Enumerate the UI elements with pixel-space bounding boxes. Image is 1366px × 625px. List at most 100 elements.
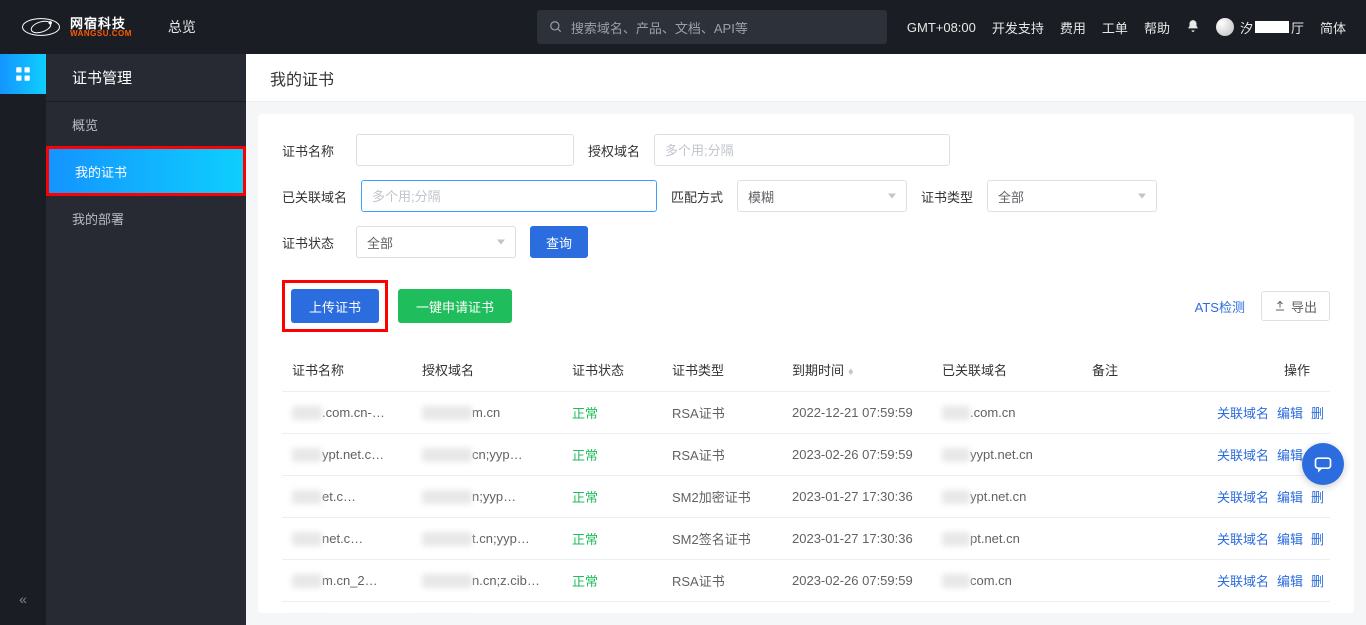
cert-status-select[interactable]: 全部 [356,226,516,258]
cell-remark [1082,434,1182,476]
apply-cert-button[interactable]: 一键申请证书 [398,289,512,323]
cell-expire: 2023-01-27 17:30:36 [782,518,932,560]
edit-action[interactable]: 编辑 [1277,490,1303,505]
col-ops: 操作 [1182,348,1330,392]
main: 我的证书 证书名称 授权域名 已关联域名 匹配方式 模糊 证书类型 全部 证书状… [246,54,1366,625]
cell-remark [1082,518,1182,560]
table-header-row: 证书名称 授权域名 证书状态 证书类型 到期时间♦ 已关联域名 备注 操作 [282,348,1330,392]
cert-type-label: 证书类型 [921,187,973,206]
upload-cert-button[interactable]: 上传证书 [291,289,379,323]
edit-action[interactable]: 编辑 [1277,448,1303,463]
col-expire[interactable]: 到期时间♦ [782,348,932,392]
cell-expire: 2023-02-26 07:59:59 [782,560,932,602]
cell-status: 正常 [562,560,662,602]
link-domain-action[interactable]: 关联域名 [1217,532,1269,547]
link-domain-action[interactable]: 关联域名 [1217,490,1269,505]
cell-linked: com.cn [932,560,1082,602]
cell-remark [1082,602,1182,614]
cell-expire: 2022-12-21 07:59:59 [782,392,932,434]
col-remark: 备注 [1082,348,1182,392]
cell-ops: 关联域名编辑删 [1182,392,1330,434]
cell-domain: t.cn;yyp… [412,518,562,560]
export-icon [1274,300,1286,312]
cell-expire: 2023-02-26 07:59:59 [782,434,932,476]
cell-expire: 2023-01-27 17:30:36 [782,476,932,518]
export-button[interactable]: 导出 [1261,291,1330,321]
auth-domain-input[interactable] [654,134,950,166]
delete-action[interactable]: 删 [1311,490,1324,505]
linked-domain-label: 已关联域名 [282,187,347,206]
cell-remark [1082,560,1182,602]
ats-check-link[interactable]: ATS检测 [1195,297,1245,316]
edit-action[interactable]: 编辑 [1277,406,1303,421]
cell-linked: ypt.net.cn [932,476,1082,518]
delete-action[interactable]: 删 [1311,532,1324,547]
delete-action[interactable]: 删 [1311,406,1324,421]
help-link[interactable]: 帮助 [1144,18,1170,37]
sidebar: 证书管理 概览 我的证书 我的部署 [46,54,246,625]
cell-name: ypt.net.c… [282,434,412,476]
cert-name-label: 证书名称 [282,141,342,160]
page-title: 我的证书 [246,54,1366,102]
filter-row-3: 证书状态 全部 查询 [282,226,1330,258]
cell-name: et.c… [282,476,412,518]
table-row: .com.cn-…m.cn正常RSA证书2022-12-21 07:59:59.… [282,392,1330,434]
cell-status: 正常 [562,434,662,476]
delete-action[interactable]: 删 [1311,574,1324,589]
timezone[interactable]: GMT+08:00 [907,20,976,35]
link-domain-action[interactable]: 关联域名 [1217,574,1269,589]
sidebar-item-overview[interactable]: 概览 [46,102,246,146]
username: 汐厅 [1240,18,1304,37]
cert-type-select[interactable]: 全部 [987,180,1157,212]
cell-linked: pt.net.cn [932,518,1082,560]
top-links: GMT+08:00 开发支持 费用 工单 帮助 汐厅 简体 [907,18,1346,37]
user-menu[interactable]: 汐厅 [1216,18,1304,37]
notifications-icon[interactable] [1186,19,1200,36]
tickets-link[interactable]: 工单 [1102,18,1128,37]
chat-fab[interactable] [1302,443,1344,485]
cell-status: 正常 [562,602,662,614]
sidebar-item-mycerts[interactable]: 我的证书 [49,149,243,193]
collapse-rail-icon[interactable]: « [19,591,27,607]
cell-ops: 关联域名编辑删 [1182,560,1330,602]
cell-domain: cn;yyp… [412,434,562,476]
cell-domain: m.cn [412,392,562,434]
cert-table: 证书名称 授权域名 证书状态 证书类型 到期时间♦ 已关联域名 备注 操作 .c… [282,348,1330,613]
cert-status-label: 证书状态 [282,233,342,252]
cell-name: net.c… [282,518,412,560]
logo-icon [20,16,62,38]
overview-link[interactable]: 总览 [168,17,196,37]
link-domain-action[interactable]: 关联域名 [1217,406,1269,421]
sidebar-item-deployments[interactable]: 我的部署 [46,196,246,240]
cell-domain: n;yyp… [412,476,562,518]
match-mode-select[interactable]: 模糊 [737,180,907,212]
edit-action[interactable]: 编辑 [1277,532,1303,547]
cell-remark [1082,476,1182,518]
edit-action[interactable]: 编辑 [1277,574,1303,589]
cell-status: 正常 [562,392,662,434]
link-domain-action[interactable]: 关联域名 [1217,448,1269,463]
dev-support-link[interactable]: 开发支持 [992,18,1044,37]
cell-linked [932,602,1082,614]
fees-link[interactable]: 费用 [1060,18,1086,37]
global-search[interactable]: 搜索域名、产品、文档、API等 [537,10,887,44]
cell-status: 正常 [562,518,662,560]
cell-name: com.… [282,602,412,614]
cert-name-input[interactable] [356,134,574,166]
table-row: et.c…n;yyp…正常SM2加密证书2023-01-27 17:30:36y… [282,476,1330,518]
table-row: ypt.net.c…cn;yyp…正常RSA证书2023-02-26 07:59… [282,434,1330,476]
brand-logo[interactable]: 网宿科技 WANGSU.COM [20,16,132,38]
search-icon [549,20,563,34]
cell-type: SM2加密证书 [662,602,782,614]
query-button[interactable]: 查询 [530,226,588,258]
cell-type: RSA证书 [662,392,782,434]
topbar: 网宿科技 WANGSU.COM 总览 搜索域名、产品、文档、API等 GMT+0… [0,0,1366,54]
rail-app-icon[interactable] [0,54,46,94]
cell-type: RSA证书 [662,560,782,602]
linked-domain-input[interactable] [361,180,657,212]
cell-ops: 关联域名编辑删 [1182,602,1330,614]
cell-remark [1082,392,1182,434]
col-name: 证书名称 [282,348,412,392]
table-row: net.c…t.cn;yyp…正常SM2签名证书2023-01-27 17:30… [282,518,1330,560]
locale-switch[interactable]: 简体 [1320,18,1346,37]
